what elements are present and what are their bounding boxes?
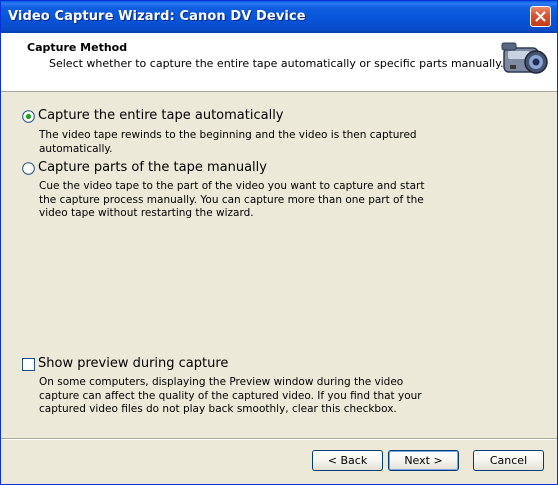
preview-description: On some computers, displaying the Previe… [39, 376, 422, 415]
wizard-header: Capture Method Select whether to capture… [1, 33, 557, 92]
auto-description: The video tape rewinds to the beginning … [39, 129, 417, 155]
camcorder-icon [501, 42, 548, 74]
checkbox-label-preview[interactable]: Show preview during capture [38, 356, 228, 371]
page-subtitle: Select whether to capture the entire tap… [49, 57, 504, 70]
radio-label-manual[interactable]: Capture parts of the tape manually [38, 160, 267, 175]
checkbox-unchecked-icon[interactable] [22, 358, 35, 371]
radio-label-auto[interactable]: Capture the entire tape automatically [38, 108, 284, 123]
radio-selected-icon[interactable] [22, 110, 35, 123]
window-title: Video Capture Wizard: Canon DV Device [8, 9, 306, 24]
back-button[interactable]: < Back [312, 450, 383, 471]
footer-divider [1, 438, 557, 440]
wizard-window: Video Capture Wizard: Canon DV Device Ca… [0, 0, 558, 485]
close-button[interactable] [530, 6, 551, 27]
close-icon [535, 11, 546, 22]
next-button[interactable]: Next > [388, 450, 459, 471]
title-bar[interactable]: Video Capture Wizard: Canon DV Device [1, 1, 557, 33]
manual-description: Cue the video tape to the part of the vi… [39, 180, 425, 219]
page-title: Capture Method [27, 41, 128, 54]
radio-unselected-icon[interactable] [22, 162, 35, 175]
cancel-button[interactable]: Cancel [473, 450, 544, 471]
